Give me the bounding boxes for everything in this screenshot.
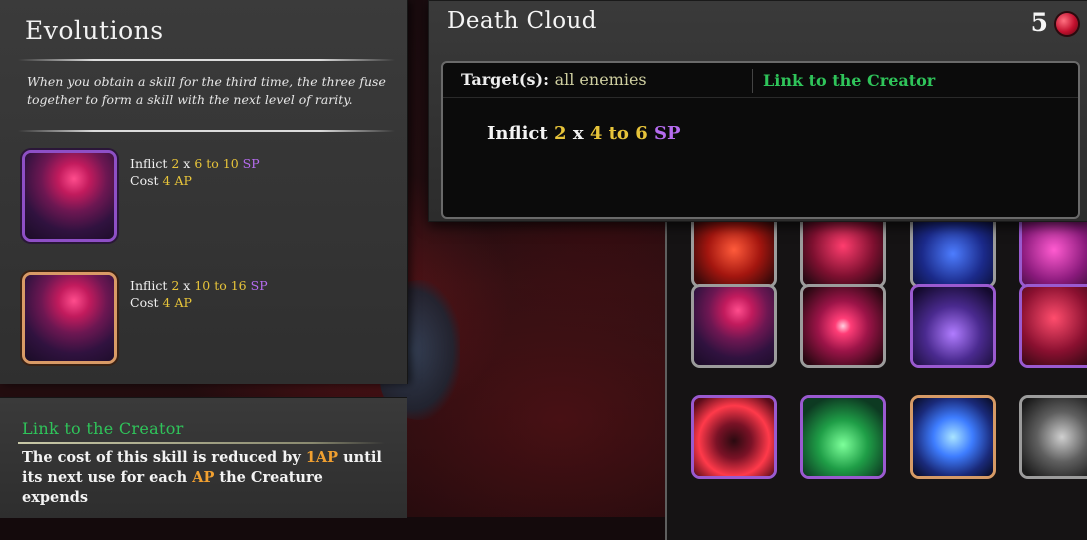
skill-tile-blue-lightning[interactable] — [910, 395, 996, 479]
sp-unit: SP — [250, 278, 268, 293]
target-value: all enemies — [554, 70, 647, 89]
tier-1-damage-line: Inflict 2 x 6 to 10 SP — [130, 155, 260, 172]
hit-count: 2 — [171, 156, 180, 171]
evolutions-title: Evolutions — [25, 16, 164, 45]
tier-1-cost-line: Cost 4 AP — [130, 172, 260, 189]
evolution-tier-1-stats: Inflict 2 x 6 to 10 SP Cost 4 AP — [130, 155, 260, 189]
tier-2-cost-line: Cost 4 AP — [130, 294, 268, 311]
flame-golem-icon — [694, 398, 774, 476]
trait-divider — [18, 442, 385, 444]
evolutions-panel: Evolutions When you obtain a skill for t… — [0, 0, 408, 384]
evolutions-description: When you obtain a skill for the third ti… — [27, 74, 386, 107]
damage-range: 10 to 16 — [194, 278, 247, 293]
hit-count: 2 — [171, 278, 180, 293]
skill-tile-flame-golem[interactable] — [691, 395, 777, 479]
sp-unit: SP — [654, 123, 681, 144]
header-divider — [752, 69, 753, 93]
target-line: Target(s): all enemies — [461, 70, 647, 89]
crimson-tentacles-icon — [1022, 287, 1087, 365]
skill-tile-death-cloud[interactable] — [691, 284, 777, 368]
cost-value: 4 — [162, 295, 171, 310]
inflict-label: Inflict — [487, 123, 548, 144]
trait-text: The cost of this skill is reduced by — [22, 449, 306, 466]
trait-description: The cost of this skill is reduced by 1AP… — [22, 448, 392, 508]
skill-tile-crimson-slash[interactable] — [800, 284, 886, 368]
damage-range: 4 to 6 — [589, 123, 648, 144]
tier-2-damage-line: Inflict 2 x 10 to 16 SP — [130, 277, 268, 294]
skill-cost: 5 — [1030, 8, 1048, 37]
damage-range: 6 to 10 — [194, 156, 239, 171]
green-potion-icon — [803, 398, 883, 476]
shadow-cultists-icon — [913, 287, 993, 365]
sp-unit: SP — [242, 156, 260, 171]
times-sign: x — [183, 278, 191, 293]
skill-name: Death Cloud — [447, 8, 597, 34]
evolution-tier-2-stats: Inflict 2 x 10 to 16 SP Cost 4 AP — [130, 277, 268, 311]
description-divider — [18, 130, 395, 132]
inflict-label: Inflict — [130, 278, 168, 293]
death-cloud-icon — [25, 153, 114, 239]
times-sign: x — [183, 156, 191, 171]
cost-label: Cost — [130, 173, 159, 188]
skill-tooltip: Death Cloud 5 Target(s): all enemies Lin… — [428, 0, 1087, 222]
gray-smoke-icon — [1022, 398, 1087, 476]
skill-trait[interactable]: Link to the Creator — [763, 71, 935, 90]
skill-details-box: Target(s): all enemies Link to the Creat… — [441, 61, 1080, 219]
evolution-tier-1-icon[interactable] — [22, 150, 117, 242]
hit-count: 2 — [554, 123, 567, 144]
crimson-slash-icon — [803, 287, 883, 365]
ap-unit: AP — [174, 173, 192, 188]
trait-description-panel: Link to the Creator The cost of this ski… — [0, 397, 407, 518]
death-cloud-icon — [25, 275, 114, 361]
ap-reduction-value: 1AP — [305, 449, 339, 466]
evolution-tier-2-icon[interactable] — [22, 272, 117, 364]
skill-effect: Inflict 2 x 4 to 6 SP — [487, 123, 681, 144]
death-cloud-icon — [694, 287, 774, 365]
trait-title: Link to the Creator — [22, 419, 184, 438]
ap-keyword: AP — [192, 469, 215, 486]
target-label: Target(s): — [461, 70, 549, 89]
ap-unit: AP — [174, 295, 192, 310]
inflict-label: Inflict — [130, 156, 168, 171]
skill-tile-green-potion[interactable] — [800, 395, 886, 479]
blue-lightning-icon — [913, 398, 993, 476]
title-divider — [18, 59, 395, 61]
times-sign: x — [572, 123, 584, 144]
skill-tile-crimson-tentacles[interactable] — [1019, 284, 1087, 368]
blood-orb-icon — [1056, 13, 1078, 35]
skill-details-header: Target(s): all enemies Link to the Creat… — [443, 63, 1078, 98]
cost-value: 4 — [162, 173, 171, 188]
cost-label: Cost — [130, 295, 159, 310]
skill-tile-gray-smoke[interactable] — [1019, 395, 1087, 479]
skill-tile-shadow-cultists[interactable] — [910, 284, 996, 368]
